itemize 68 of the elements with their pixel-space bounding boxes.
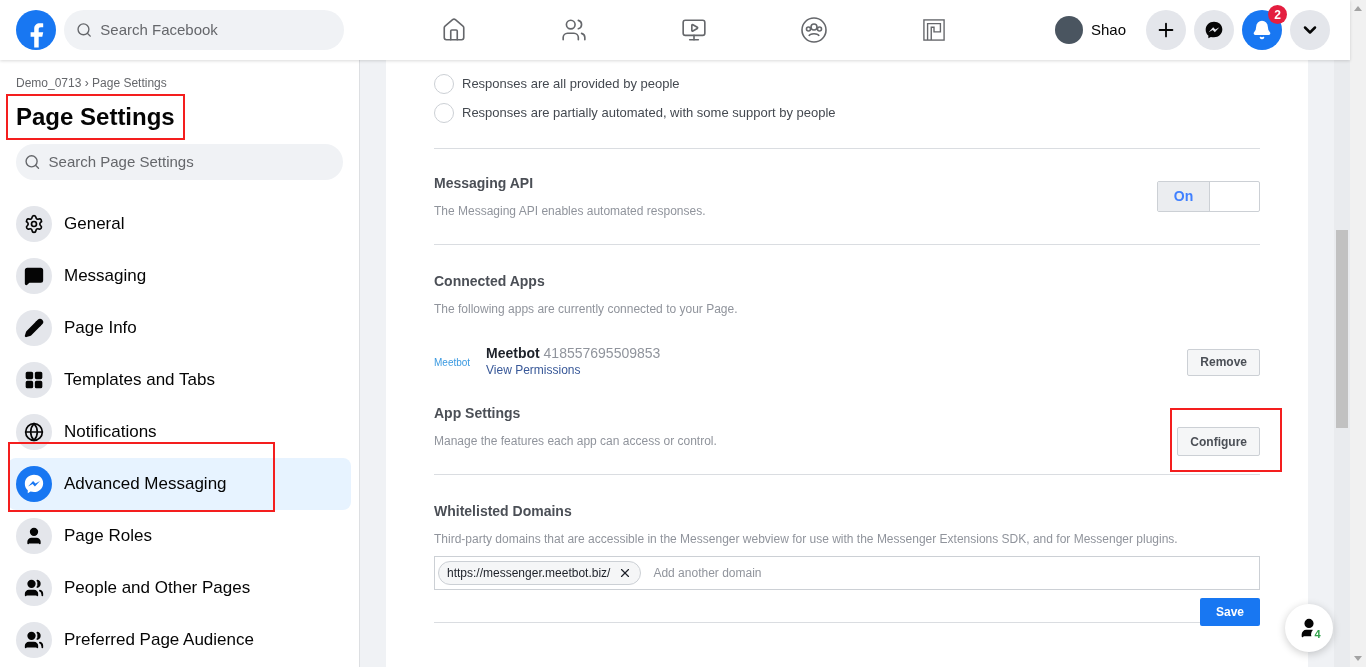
contacts-count: 4 [1311,628,1324,641]
radio-label: Responses are all provided by people [462,75,680,94]
search-icon [76,21,93,39]
scrollbar-thumb[interactable] [1336,230,1348,428]
sidebar-item[interactable]: Page Info [8,302,351,354]
section-description: Manage the features each app can access or control. [434,433,717,450]
scrollbar[interactable] [1334,60,1350,667]
app-id: 418557695509853 [543,345,661,361]
section-title: Connected Apps [434,272,546,291]
person-icon [24,526,44,546]
domain-input-field[interactable]: https://messenger.meetbot.biz/ Add another domain [434,556,1260,590]
app-name: Meetbot [486,345,540,361]
remove-button[interactable]: Remove [1187,348,1260,376]
people-icon [24,578,44,598]
notifications-button[interactable] [1242,10,1282,50]
sidebar-item[interactable]: General [8,198,351,250]
down-arrow-icon [1354,656,1362,661]
avatar [1054,16,1083,44]
globe-icon [24,422,44,442]
domain-tag: https://messenger.meetbot.biz/ [438,561,642,585]
search-input[interactable]: Search Page Settings [48,150,335,174]
notification-badge: 2 [1268,5,1287,24]
chat-icon [24,266,44,286]
sidebar-item[interactable]: Advanced Messaging [8,458,351,510]
messenger-button[interactable] [1194,10,1234,50]
messenger-icon [1204,20,1224,40]
configure-button[interactable]: Configure [1177,427,1260,456]
domain-input[interactable]: Add another domain [653,564,1256,582]
pencil-icon [24,318,44,338]
grid-icon [24,370,44,390]
app-logo: Meetbot [434,355,472,370]
people-icon [24,630,44,650]
scrollbar[interactable] [1350,0,1366,667]
sidebar-item[interactable]: Templates and Tabs [8,354,351,406]
video-icon [681,17,707,43]
people-icon [561,17,587,43]
section-description: The following apps are currently connected to your Page. [434,301,739,318]
section-description: The Messaging API enables automated responses. [434,203,706,220]
view-permissions-link[interactable]: View Permissions [486,361,661,379]
settings-search-field[interactable]: Search Page Settings [16,144,343,180]
section-title: App Settings [434,404,522,423]
messenger-icon [23,473,45,495]
search-input[interactable]: Search Facebook [100,18,332,42]
section-title: Whitelisted Domains [434,502,573,521]
section-description: Third-party domains that are accessible in the Messenger webview for use with the Messenger Extensions SDK, and for Messenger plugins. [434,531,1179,548]
up-arrow-icon [1354,6,1362,11]
square-frame-icon [923,19,945,41]
account-menu-button[interactable] [1290,10,1330,50]
section-title: Messaging API [434,174,535,193]
search-field[interactable]: Search Facebook [64,10,344,50]
page-title: Page Settings [16,103,175,131]
sidebar-item[interactable]: People and Other Pages [8,562,351,614]
logo-icon[interactable] [16,10,56,50]
profile-name: Shao [1090,19,1126,40]
save-button[interactable]: Save [1199,598,1260,626]
sidebar-item[interactable]: Notifications [8,406,351,458]
profile-chip[interactable]: Shao [1054,16,1138,44]
bell-icon [1252,20,1272,40]
group-icon [800,16,828,44]
home-icon [441,17,467,43]
sidebar-item[interactable]: Messaging [8,250,351,302]
create-button[interactable] [1146,10,1186,50]
search-icon [24,153,41,171]
sidebar-item[interactable]: Preferred Page Audience [8,614,351,666]
sidebar-item[interactable]: Page Roles [8,510,351,562]
settings-icon [24,214,44,234]
radio-label: Responses are partially automated, with some support by people [462,104,836,123]
breadcrumb: Demo_0713 › Page Settings [15,75,168,92]
